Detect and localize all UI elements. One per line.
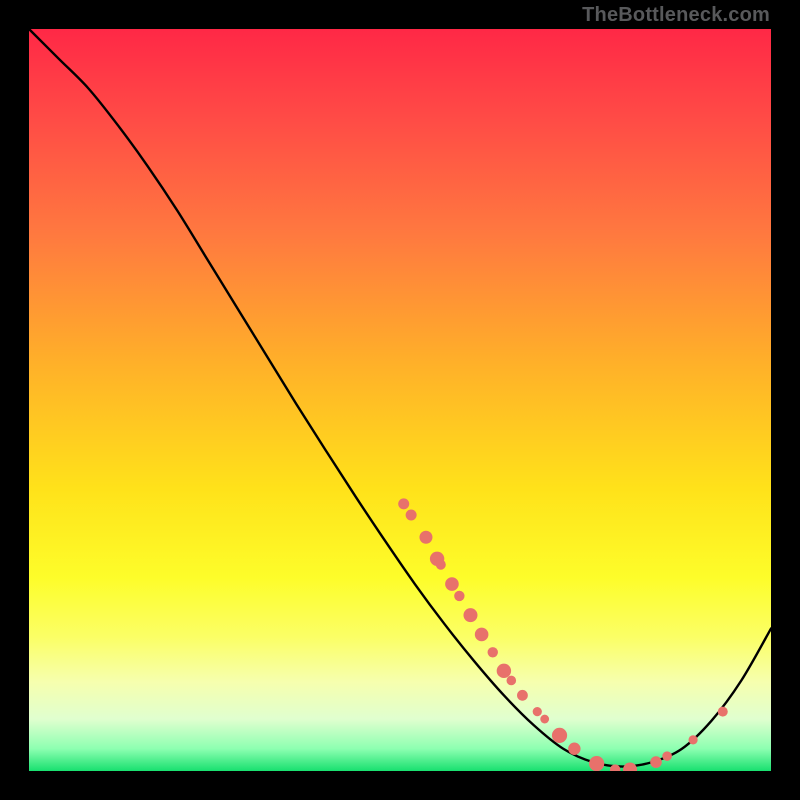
sample-dot bbox=[533, 707, 542, 716]
attribution-text: TheBottleneck.com bbox=[582, 4, 770, 27]
sample-dot bbox=[454, 591, 464, 601]
sample-dot bbox=[552, 728, 567, 743]
chart-plot bbox=[29, 29, 771, 771]
sample-dot bbox=[688, 735, 697, 744]
chart-frame: TheBottleneck.com bbox=[0, 0, 800, 800]
sample-dot bbox=[662, 751, 672, 761]
sample-dot bbox=[568, 743, 580, 755]
sample-dot bbox=[507, 676, 517, 686]
sample-dot bbox=[488, 647, 498, 657]
sample-dot bbox=[475, 628, 489, 642]
sample-dot bbox=[436, 560, 446, 570]
sample-dot bbox=[718, 707, 728, 717]
sample-dot bbox=[517, 690, 528, 701]
sample-dot bbox=[589, 756, 604, 771]
sample-dot bbox=[406, 510, 417, 521]
sample-dot bbox=[419, 531, 432, 544]
sample-dot bbox=[398, 498, 409, 509]
sample-dot bbox=[497, 664, 511, 678]
sample-dot bbox=[540, 715, 549, 724]
sample-dot bbox=[650, 756, 662, 768]
gradient-background bbox=[29, 29, 771, 771]
sample-dot bbox=[463, 608, 477, 622]
sample-dot bbox=[445, 577, 459, 591]
